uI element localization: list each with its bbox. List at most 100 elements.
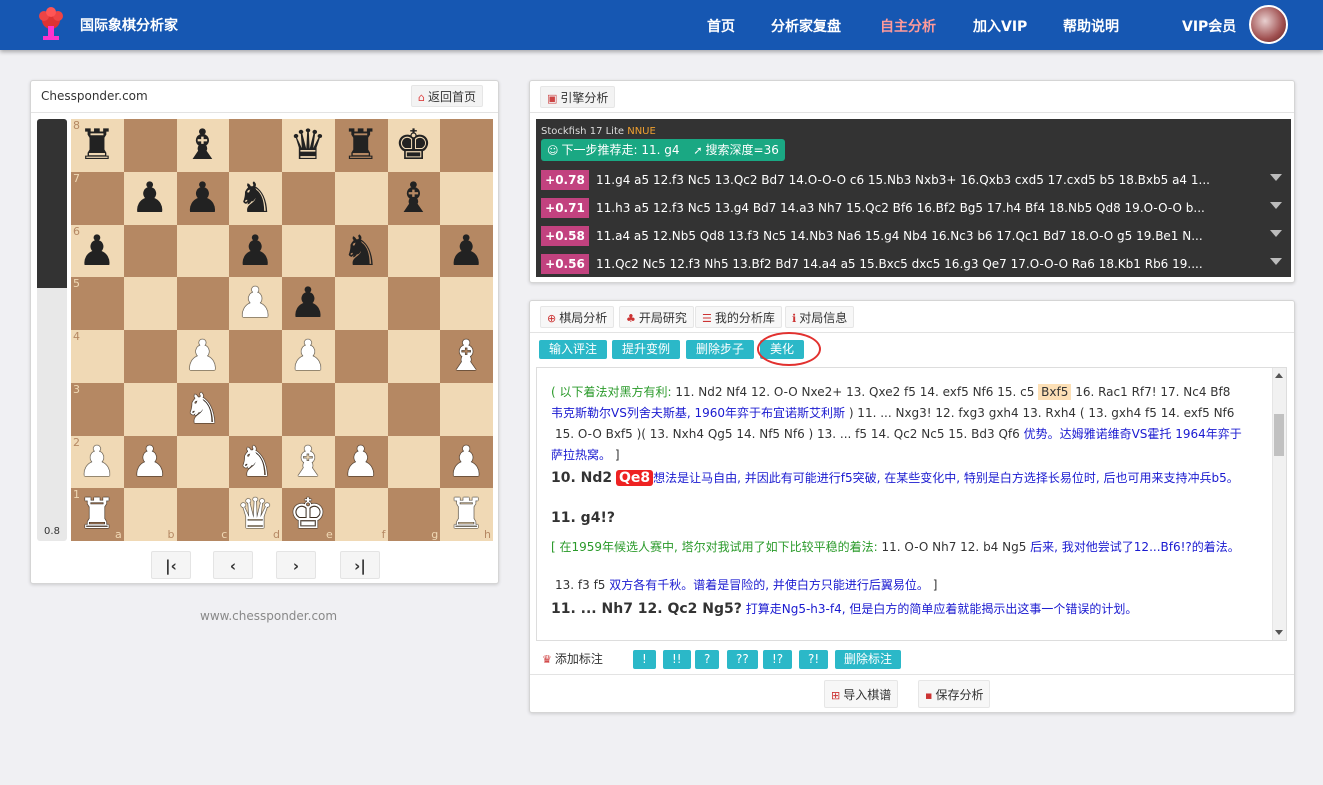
move-notes[interactable]: ( 以下着法对黑方有利: 11. Nd2 Nf4 12. O-O Nxe2+ 1… (536, 367, 1287, 641)
square-e4[interactable]: ♟ (282, 330, 335, 383)
square-b7[interactable]: ♟ (123, 171, 177, 225)
white-pawn-icon[interactable]: ♟ (71, 436, 123, 488)
move-number[interactable]: 11. ... Nh7 12. Qc2 Ng5? (551, 601, 742, 617)
white-rook-icon[interactable]: ♜ (440, 488, 492, 540)
square-g6[interactable] (387, 224, 441, 278)
engine-line[interactable]: +0.71 11.h3 a5 12.f3 Nc5 13.g4 Bd7 14.a3 … (541, 198, 1286, 218)
annot-button[interactable]: ! (633, 650, 656, 669)
square-h6[interactable]: ♟ (440, 224, 493, 278)
nav-join-vip[interactable]: 加入VIP (973, 16, 1027, 36)
square-e6[interactable] (282, 224, 335, 278)
square-c1[interactable]: c (176, 488, 230, 541)
square-h1[interactable]: h ♜ (440, 488, 493, 541)
square-a3[interactable]: 3 (71, 382, 124, 436)
promote-variation-button[interactable]: 提升变例 (612, 340, 681, 359)
tab-opening[interactable]: ♣ 开局研究 (619, 306, 694, 328)
chevron-down-icon[interactable] (1270, 230, 1282, 237)
prev-move-button[interactable]: ‹ (213, 551, 253, 579)
square-g2[interactable] (387, 435, 441, 489)
white-pawn-icon[interactable]: ♟ (124, 436, 176, 488)
square-d7[interactable]: ♞ (229, 171, 282, 225)
last-move-button[interactable]: ›| (340, 551, 380, 579)
current-move[interactable]: Qe8 (615, 470, 654, 486)
black-pawn-icon[interactable]: ♟ (282, 277, 334, 329)
square-h8[interactable] (440, 119, 493, 172)
scroll-up-icon[interactable] (1275, 373, 1283, 378)
square-b8[interactable] (123, 119, 177, 172)
chevron-down-icon[interactable] (1270, 258, 1282, 265)
import-pgn-button[interactable]: ⊞ 导入棋谱 (824, 680, 899, 708)
square-h5[interactable] (440, 277, 493, 330)
moves-text[interactable]: 16. Rac1 Rf7! 17. Nc4 Bf8 (1071, 385, 1230, 399)
save-analysis-button[interactable]: ▪ 保存分析 (918, 680, 991, 708)
moves-text[interactable]: 11. Nd2 Nf4 12. O-O Nxe2+ 13. Qxe2 f5 14… (675, 385, 1038, 399)
square-b3[interactable] (123, 382, 177, 436)
annot-button[interactable]: !? (763, 650, 793, 669)
highlighted-move[interactable]: Bxf5 (1038, 384, 1072, 400)
square-d4[interactable] (229, 330, 282, 383)
square-d1[interactable]: d ♛ (229, 488, 282, 541)
engine-line[interactable]: +0.56 11.Qc2 Nc5 12.f3 Nh5 13.Bf2 Bd7 14.… (541, 254, 1286, 274)
input-comment-button[interactable]: 输入评注 (539, 340, 608, 359)
tab-my-library[interactable]: ☰ 我的分析库 (695, 306, 782, 328)
square-b5[interactable] (123, 277, 177, 330)
chevron-down-icon[interactable] (1270, 202, 1282, 209)
nav-self-analysis[interactable]: 自主分析 (880, 16, 936, 36)
square-f3[interactable] (334, 382, 388, 436)
square-f1[interactable]: f (334, 488, 388, 541)
square-a7[interactable]: 7 (71, 171, 124, 225)
square-f7[interactable] (334, 171, 388, 225)
square-b6[interactable] (123, 224, 177, 278)
move-number[interactable]: 10. Nd2 (551, 470, 612, 486)
moves-text[interactable]: 15. O-O Bxf5 )( 13. Nxh4 Qg5 14. Nf5 Nf6… (555, 427, 1024, 441)
scroll-thumb[interactable] (1274, 414, 1284, 456)
square-g5[interactable] (387, 277, 441, 330)
black-pawn-icon[interactable]: ♟ (71, 225, 123, 277)
nav-vip-member[interactable]: VIP会员 (1182, 16, 1236, 36)
square-a1[interactable]: 1 a ♜ (71, 488, 124, 541)
square-f6[interactable]: ♞ (334, 224, 388, 278)
first-move-button[interactable]: |‹ (151, 551, 191, 579)
white-knight-icon[interactable]: ♞ (177, 383, 229, 435)
nav-review[interactable]: 分析家复盘 (771, 16, 841, 36)
square-f8[interactable]: ♜ (334, 119, 388, 172)
nav-help[interactable]: 帮助说明 (1063, 16, 1119, 36)
square-h2[interactable]: ♟ (440, 435, 493, 489)
square-c5[interactable] (176, 277, 230, 330)
square-d3[interactable] (229, 382, 282, 436)
square-e7[interactable] (282, 171, 335, 225)
black-pawn-icon[interactable]: ♟ (177, 172, 229, 224)
brand-title[interactable]: 国际象棋分析家 (80, 15, 178, 35)
notes-scrollbar[interactable] (1272, 368, 1286, 640)
white-pawn-icon[interactable]: ♟ (440, 436, 492, 488)
square-e1[interactable]: e ♚ (282, 488, 335, 541)
black-pawn-icon[interactable]: ♟ (124, 172, 176, 224)
square-c3[interactable]: ♞ (176, 382, 230, 436)
nav-home[interactable]: 首页 (707, 16, 735, 36)
engine-line[interactable]: +0.58 11.a4 a5 12.Nb5 Qd8 13.f3 Nc5 14.Nb… (541, 226, 1286, 246)
scroll-down-icon[interactable] (1275, 630, 1283, 635)
square-g3[interactable] (387, 382, 441, 436)
engine-analysis-tab[interactable]: ▣ 引擎分析 (540, 86, 616, 108)
square-c6[interactable] (176, 224, 230, 278)
white-pawn-icon[interactable]: ♟ (282, 330, 334, 382)
tab-game-info[interactable]: ℹ 对局信息 (785, 306, 855, 328)
square-d2[interactable]: ♞ (229, 435, 282, 489)
square-h4[interactable]: ♝ (440, 330, 493, 383)
black-pawn-icon[interactable]: ♟ (229, 225, 281, 277)
back-home-button[interactable]: ⌂ 返回首页 (411, 85, 483, 107)
square-g1[interactable]: g (387, 488, 441, 541)
black-rook-icon[interactable]: ♜ (71, 119, 123, 171)
black-bishop-icon[interactable]: ♝ (388, 172, 440, 224)
square-d5[interactable]: ♟ (229, 277, 282, 330)
square-e5[interactable]: ♟ (282, 277, 335, 330)
annot-button[interactable]: ?? (727, 650, 758, 669)
square-f2[interactable]: ♟ (334, 435, 388, 489)
black-rook-icon[interactable]: ♜ (335, 119, 387, 171)
black-pawn-icon[interactable]: ♟ (440, 225, 492, 277)
black-knight-icon[interactable]: ♞ (229, 172, 281, 224)
user-avatar[interactable] (1249, 5, 1288, 44)
logo-icon[interactable] (32, 6, 70, 44)
square-b2[interactable]: ♟ (123, 435, 177, 489)
white-bishop-icon[interactable]: ♝ (440, 330, 492, 382)
